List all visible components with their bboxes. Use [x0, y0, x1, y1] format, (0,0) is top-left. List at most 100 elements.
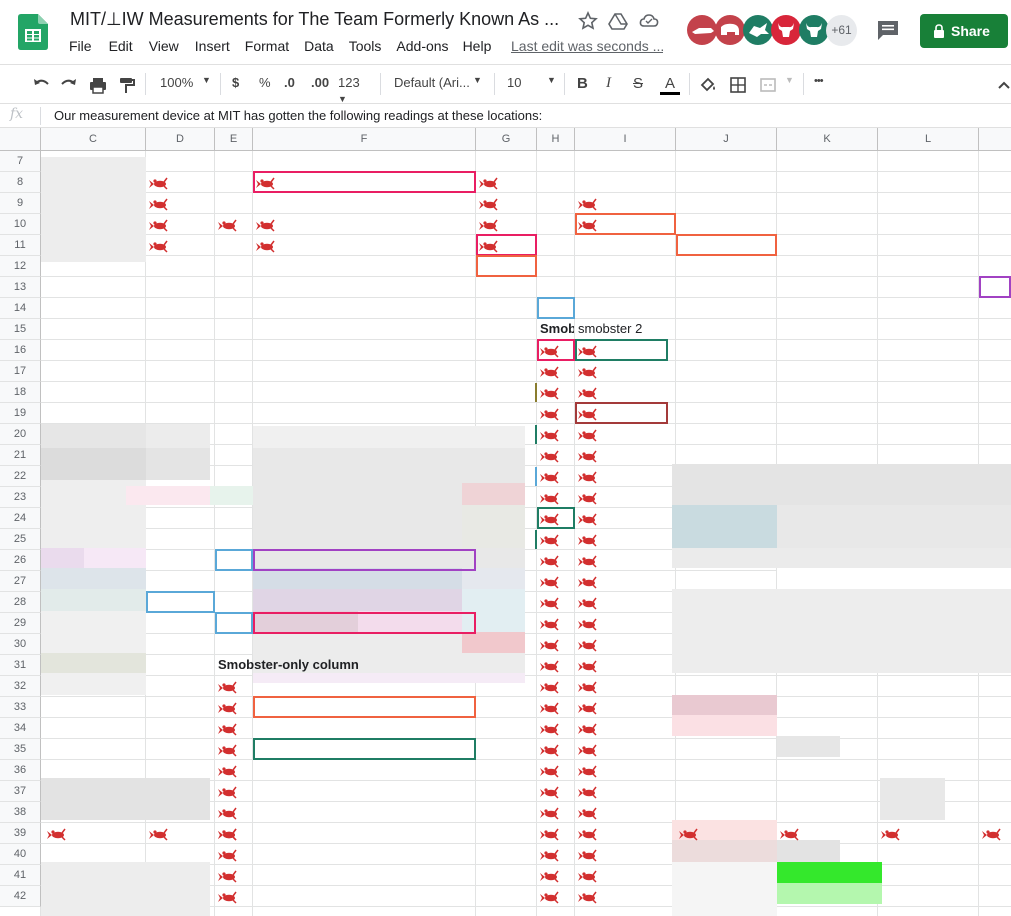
row-header-30[interactable]: 30 — [0, 634, 41, 655]
row-header-33[interactable]: 33 — [0, 697, 41, 718]
colored-cell-range[interactable] — [533, 383, 537, 402]
column-header-k[interactable]: K — [777, 128, 878, 151]
row-header-18[interactable]: 18 — [0, 382, 41, 403]
colored-cell-range[interactable] — [537, 339, 575, 361]
merge-cells-icon[interactable] — [759, 75, 777, 95]
colored-cell-range[interactable] — [575, 402, 668, 424]
colored-cell-range[interactable] — [533, 467, 537, 486]
move-to-drive-icon[interactable] — [608, 11, 628, 31]
menu-file[interactable]: File — [69, 38, 92, 56]
menu-view[interactable]: View — [149, 38, 179, 56]
redo-icon[interactable] — [60, 75, 78, 95]
row-header-29[interactable]: 29 — [0, 613, 41, 634]
colored-cell-range[interactable] — [215, 612, 253, 634]
more-collaborators-count[interactable]: +61 — [826, 15, 857, 46]
row-header-21[interactable]: 21 — [0, 445, 41, 466]
row-header-38[interactable]: 38 — [0, 802, 41, 823]
row-header-42[interactable]: 42 — [0, 886, 41, 907]
colored-cell-range[interactable] — [533, 530, 537, 549]
column-header-e[interactable]: E — [215, 128, 253, 151]
row-header-14[interactable]: 14 — [0, 298, 41, 319]
sheets-logo-icon[interactable] — [18, 14, 48, 50]
column-header-h[interactable]: H — [537, 128, 575, 151]
last-edit-link[interactable]: Last edit was seconds ... — [511, 38, 663, 54]
row-header-10[interactable]: 10 — [0, 214, 41, 235]
select-all-corner[interactable] — [0, 128, 41, 151]
collaborator-avatar[interactable] — [799, 15, 829, 45]
column-header-d[interactable]: D — [146, 128, 215, 151]
font-size-select[interactable]: 10 ▼ — [507, 75, 557, 95]
document-title[interactable]: MIT/⊥IW Measurements for The Team Former… — [70, 9, 562, 30]
colored-cell-range[interactable] — [979, 276, 1011, 298]
colored-cell-range[interactable] — [253, 549, 476, 571]
increase-decimal-button[interactable]: .00 — [311, 75, 333, 95]
colored-cell-range[interactable] — [533, 425, 537, 444]
cell-smob[interactable]: Smob — [540, 321, 574, 336]
cell-smobster-2[interactable]: smobster 2 — [578, 321, 642, 336]
paint-format-icon[interactable] — [117, 75, 135, 95]
cloud-status-icon[interactable] — [639, 11, 659, 31]
zoom-select[interactable]: 100% ▼ — [160, 75, 212, 95]
collaborator-avatar[interactable] — [771, 15, 801, 45]
star-icon[interactable] — [578, 11, 598, 31]
text-color-button[interactable]: A — [660, 75, 680, 95]
strikethrough-button[interactable]: S — [633, 75, 647, 95]
borders-icon[interactable] — [729, 75, 747, 95]
row-header-37[interactable]: 37 — [0, 781, 41, 802]
cell-smobster-only-column[interactable]: Smobster-only column — [218, 657, 359, 672]
row-header-41[interactable]: 41 — [0, 865, 41, 886]
comment-icon[interactable] — [876, 19, 900, 41]
chevron-down-icon[interactable]: ▼ — [785, 75, 795, 95]
undo-icon[interactable] — [32, 75, 50, 95]
colored-cell-range[interactable] — [253, 612, 476, 634]
column-header-next[interactable] — [979, 128, 1011, 151]
row-header-27[interactable]: 27 — [0, 571, 41, 592]
row-header-26[interactable]: 26 — [0, 550, 41, 571]
colored-cell-range[interactable] — [537, 507, 575, 529]
colored-cell-range[interactable] — [676, 234, 777, 256]
row-header-35[interactable]: 35 — [0, 739, 41, 760]
row-header-40[interactable]: 40 — [0, 844, 41, 865]
row-header-17[interactable]: 17 — [0, 361, 41, 382]
font-select[interactable]: Default (Ari... ▼ — [394, 75, 484, 95]
column-header-f[interactable]: F — [253, 128, 476, 151]
colored-cell-range[interactable] — [476, 255, 537, 277]
row-header-13[interactable]: 13 — [0, 277, 41, 298]
menu-data[interactable]: Data — [304, 38, 334, 56]
colored-cell-range[interactable] — [215, 549, 253, 571]
row-header-25[interactable]: 25 — [0, 529, 41, 550]
menu-edit[interactable]: Edit — [109, 38, 133, 56]
row-header-24[interactable]: 24 — [0, 508, 41, 529]
column-header-j[interactable]: J — [676, 128, 777, 151]
menu-format[interactable]: Format — [245, 38, 289, 56]
row-header-15[interactable]: 15 — [0, 319, 41, 340]
colored-cell-range[interactable] — [575, 213, 676, 235]
menu-addons[interactable]: Add-ons — [396, 38, 448, 56]
colored-cell-range[interactable] — [253, 171, 476, 193]
collapse-toolbar-icon[interactable] — [997, 75, 1011, 95]
formula-input[interactable]: Our measurement device at MIT has gotten… — [54, 108, 542, 123]
fill-color-icon[interactable] — [699, 75, 717, 95]
percent-button[interactable]: % — [259, 75, 273, 95]
row-header-12[interactable]: 12 — [0, 256, 41, 277]
row-header-39[interactable]: 39 — [0, 823, 41, 844]
colored-cell-range[interactable] — [575, 339, 668, 361]
currency-button[interactable]: $ — [232, 75, 244, 95]
row-header-16[interactable]: 16 — [0, 340, 41, 361]
decrease-decimal-button[interactable]: .0 — [284, 75, 302, 95]
italic-button[interactable]: I — [606, 75, 618, 95]
row-header-19[interactable]: 19 — [0, 403, 41, 424]
row-header-22[interactable]: 22 — [0, 466, 41, 487]
colored-cell-range[interactable] — [476, 234, 537, 256]
row-header-11[interactable]: 11 — [0, 235, 41, 256]
collaborator-avatar[interactable] — [715, 15, 745, 45]
column-header-i[interactable]: I — [575, 128, 676, 151]
row-header-7[interactable]: 7 — [0, 151, 41, 172]
colored-cell-range[interactable] — [146, 591, 215, 613]
bold-button[interactable]: B — [577, 75, 591, 95]
row-header-31[interactable]: 31 — [0, 655, 41, 676]
colored-cell-range[interactable] — [253, 738, 476, 760]
print-icon[interactable] — [89, 75, 107, 95]
row-header-36[interactable]: 36 — [0, 760, 41, 781]
row-header-34[interactable]: 34 — [0, 718, 41, 739]
